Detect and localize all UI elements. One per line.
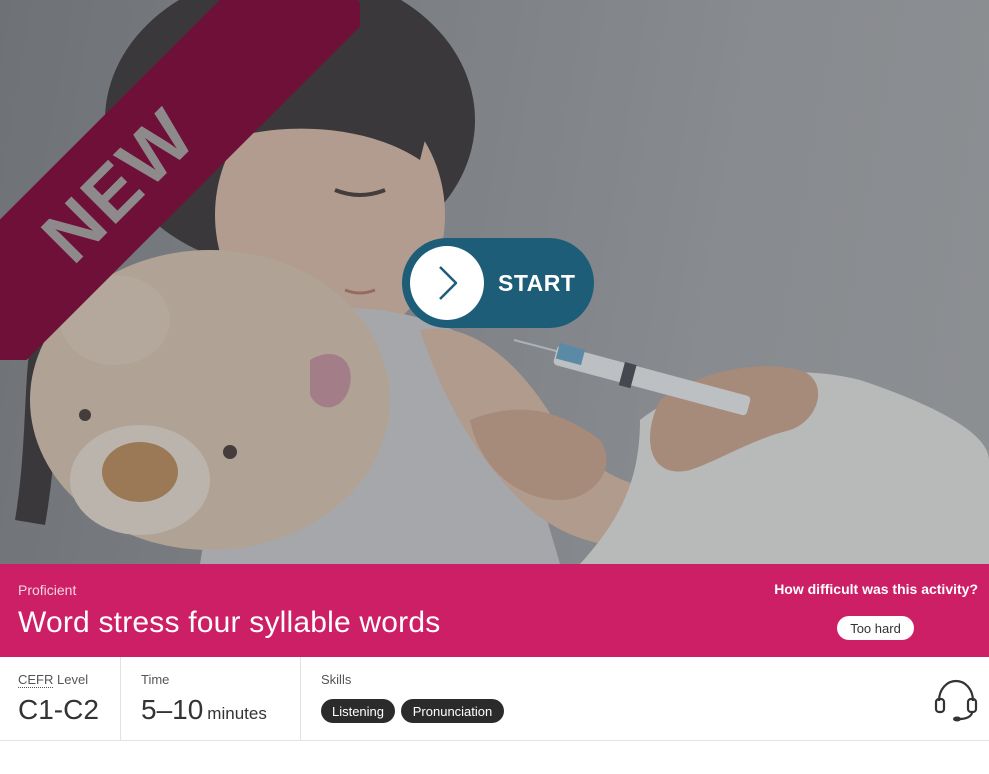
cefr-level-cell: CEFR Level C1-C2	[0, 657, 121, 741]
headset-icon[interactable]	[933, 677, 979, 723]
new-ribbon: NEW	[0, 0, 360, 360]
activity-hero-image: NEW START	[0, 0, 989, 564]
skill-chip-listening: Listening	[321, 699, 395, 723]
cefr-level-label-text: Level	[53, 672, 89, 687]
cefr-level-label: CEFR Level	[18, 672, 89, 688]
time-unit: minutes	[207, 704, 267, 723]
cefr-level-value: C1-C2	[18, 694, 99, 725]
too-hard-button[interactable]: Too hard	[837, 616, 914, 640]
time-cell: Time 5–10 minutes	[121, 657, 301, 741]
activity-title-bar: Proficient Word stress four syllable wor…	[0, 564, 989, 657]
time-value: 5–10	[141, 694, 204, 725]
level-name: Proficient	[18, 582, 77, 598]
start-button[interactable]: START	[402, 238, 594, 328]
skills-label: Skills	[321, 672, 352, 687]
activity-title: Word stress four syllable words	[18, 606, 441, 639]
time-label: Time	[141, 672, 170, 687]
start-button-label: START	[498, 269, 576, 296]
activity-info-row: CEFR Level C1-C2 Time 5–10 minutes Skills…	[0, 657, 989, 741]
new-ribbon-label: NEW	[25, 92, 211, 278]
time-value-wrap: 5–10 minutes	[141, 694, 267, 726]
cefr-abbreviation[interactable]: CEFR	[18, 672, 54, 688]
difficulty-question: How difficult was this activity?	[774, 581, 978, 597]
chevron-right-icon	[410, 246, 484, 320]
skills-cell: Skills Listening Pronunciation	[301, 657, 901, 741]
skill-chip-pronunciation: Pronunciation	[401, 699, 504, 723]
